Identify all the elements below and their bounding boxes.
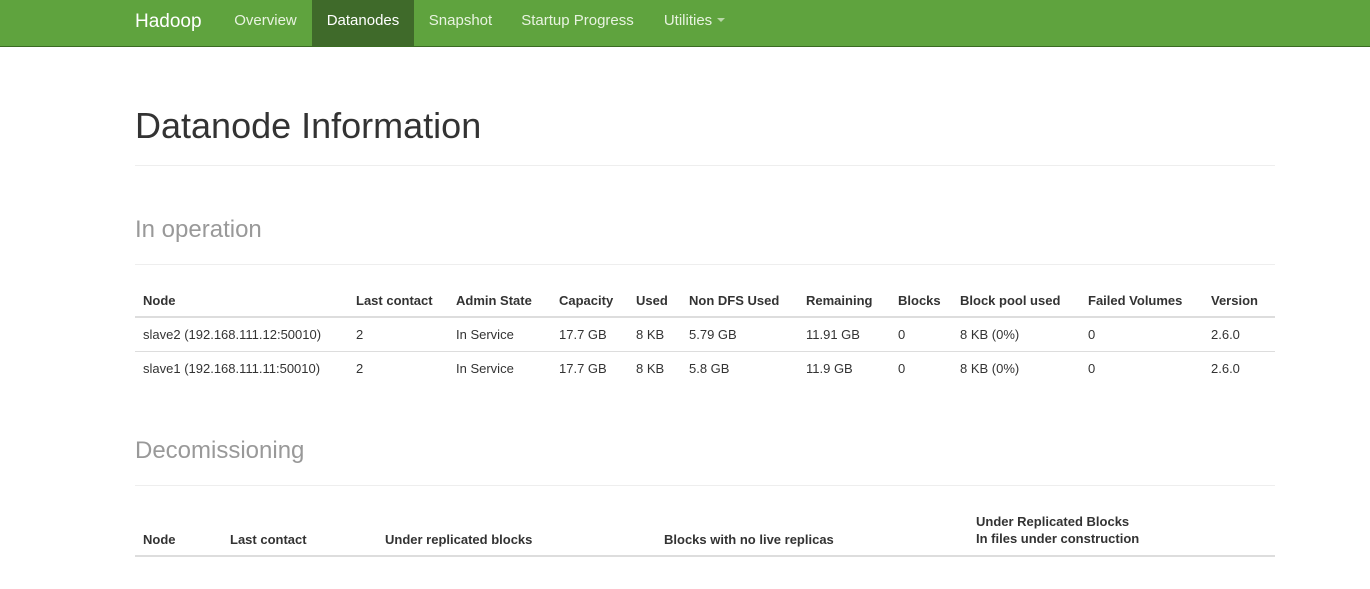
cell-capacity: 17.7 GB bbox=[551, 350, 628, 385]
column-header[interactable]: Last contact bbox=[222, 513, 377, 557]
chevron-down-icon bbox=[717, 18, 726, 23]
cell-non-dfs-used: 5.8 GB bbox=[681, 350, 798, 385]
cell-block-pool-used: 8 KB (0%) bbox=[960, 326, 1020, 342]
column-header[interactable]: Block pool used bbox=[952, 293, 1080, 318]
table-row: slave2 (192.168.111.12:50010) 2 In Servi… bbox=[135, 317, 1275, 351]
cell-admin-state: In Service bbox=[456, 326, 514, 342]
nav-snapshot[interactable]: Snapshot bbox=[414, 0, 507, 46]
cell-version: 2.6.0 bbox=[1203, 350, 1275, 385]
brand-link[interactable]: Hadoop bbox=[135, 0, 202, 46]
cell-used: 8 KB bbox=[636, 326, 665, 342]
column-header[interactable]: Under replicated blocks bbox=[377, 513, 656, 557]
decommissioning-divider bbox=[135, 485, 1275, 486]
title-divider bbox=[135, 165, 1275, 166]
cell-last-contact: 2 bbox=[348, 350, 448, 385]
column-header[interactable]: Used bbox=[628, 293, 681, 318]
cell-remaining: 11.91 GB bbox=[806, 326, 860, 342]
nav-startup-progress[interactable]: Startup Progress bbox=[507, 0, 648, 46]
table-header-row: Node Last contact Under replicated block… bbox=[135, 513, 1275, 557]
header-line: Under Replicated Blocks bbox=[976, 514, 1130, 529]
cell-failed-volumes: 0 bbox=[1080, 350, 1203, 385]
nav-utilities-label: Utilities bbox=[663, 12, 713, 29]
column-header[interactable]: Failed Volumes bbox=[1080, 293, 1203, 318]
column-header-under-construction[interactable]: Under Replicated Blocks In files under c… bbox=[968, 513, 1275, 557]
column-header[interactable]: Non DFS Used bbox=[681, 293, 798, 318]
page-title: Datanode Information bbox=[135, 105, 482, 146]
cell-version: 2.6.0 bbox=[1211, 326, 1240, 342]
table-header-row: Node Last contact Admin State Capacity U… bbox=[135, 293, 1275, 318]
decommissioning-table: Node Last contact Under replicated block… bbox=[135, 513, 1275, 557]
cell-admin-state: In Service bbox=[448, 350, 551, 385]
column-header[interactable]: Capacity bbox=[551, 293, 628, 318]
column-header[interactable]: Node bbox=[135, 513, 222, 557]
in-operation-divider bbox=[135, 264, 1275, 265]
cell-capacity: 17.7 GB bbox=[559, 326, 607, 342]
cell-non-dfs-used: 5.79 GB bbox=[689, 326, 737, 342]
navbar: Hadoop Overview Datanodes Snapshot Start… bbox=[0, 0, 1370, 47]
column-header[interactable]: Last contact bbox=[348, 293, 448, 318]
nav-overview[interactable]: Overview bbox=[220, 0, 311, 46]
in-operation-table: Node Last contact Admin State Capacity U… bbox=[135, 293, 1275, 385]
cell-blocks: 0 bbox=[890, 350, 952, 385]
in-operation-title: In operation bbox=[135, 216, 262, 243]
cell-block-pool-used: 8 KB (0%) bbox=[952, 350, 1080, 385]
column-header[interactable]: Remaining bbox=[798, 293, 890, 318]
cell-node: slave2 (192.168.111.12:50010) bbox=[143, 326, 322, 342]
nav-utilities[interactable]: Utilities bbox=[648, 0, 741, 46]
column-header[interactable]: Node bbox=[135, 293, 348, 318]
column-header[interactable]: Blocks with no live replicas bbox=[656, 513, 968, 557]
column-header[interactable]: Admin State bbox=[448, 293, 551, 318]
cell-last-contact: 2 bbox=[356, 326, 364, 342]
cell-failed-volumes: 0 bbox=[1088, 326, 1096, 342]
cell-used: 8 KB bbox=[628, 350, 681, 385]
column-header[interactable]: Version bbox=[1203, 293, 1275, 318]
column-header[interactable]: Blocks bbox=[890, 293, 952, 318]
decommissioning-title: Decomissioning bbox=[135, 437, 305, 464]
cell-remaining: 11.9 GB bbox=[798, 350, 890, 385]
nav-datanodes[interactable]: Datanodes bbox=[312, 0, 414, 46]
cell-blocks: 0 bbox=[898, 326, 906, 342]
table-row: slave1 (192.168.111.11:50010) 2 In Servi… bbox=[135, 350, 1275, 385]
cell-node: slave1 (192.168.111.11:50010) bbox=[135, 350, 348, 385]
header-line: In files under construction bbox=[976, 531, 1140, 546]
